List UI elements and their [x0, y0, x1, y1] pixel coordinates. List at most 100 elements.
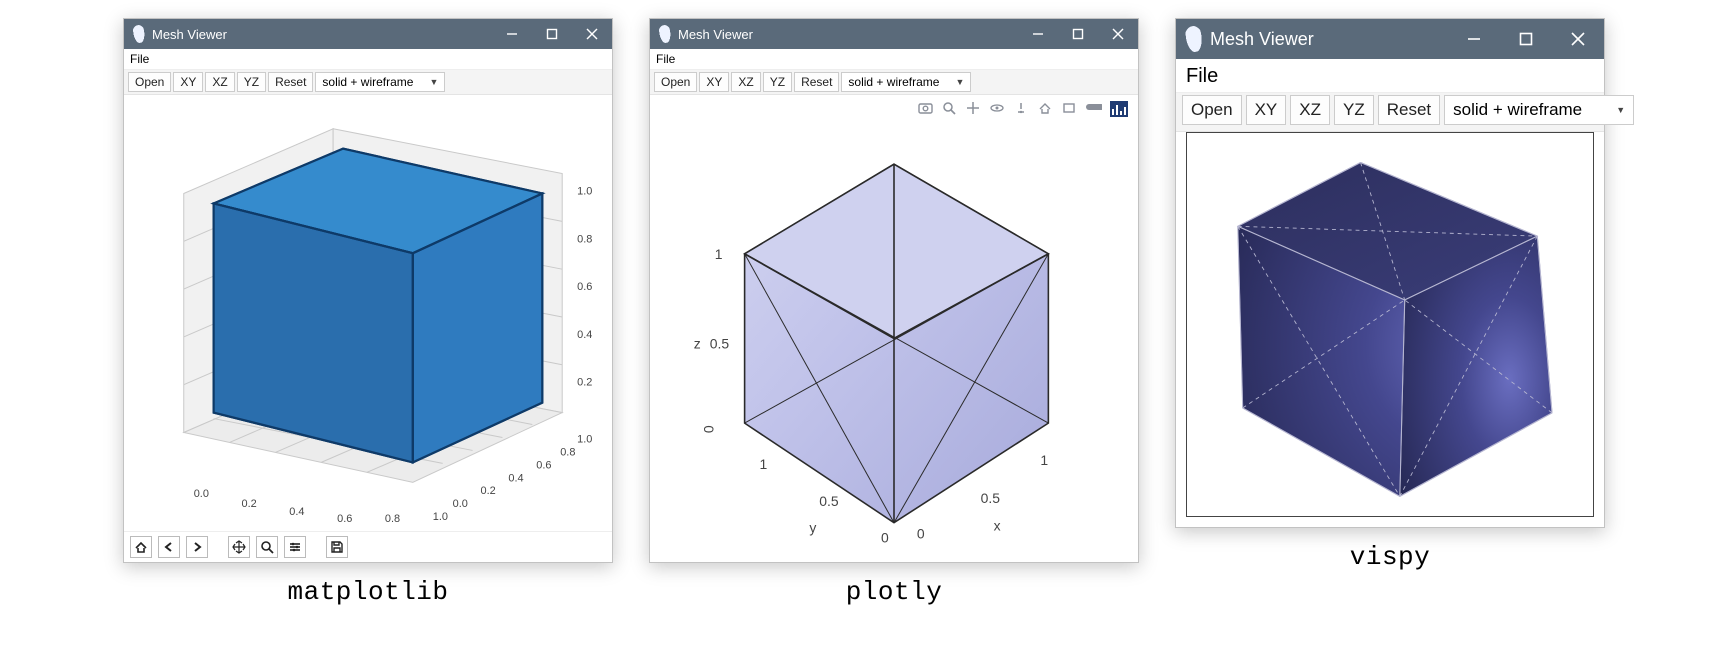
render-mode-label: solid + wireframe	[1453, 100, 1582, 120]
maximize-icon[interactable]	[1500, 19, 1552, 59]
menu-file[interactable]: File	[130, 52, 149, 66]
menubar: File	[650, 49, 1138, 70]
svg-text:z: z	[694, 335, 701, 351]
pan-icon[interactable]	[966, 101, 982, 117]
minimize-icon[interactable]	[1448, 19, 1500, 59]
maximize-icon[interactable]	[1058, 19, 1098, 49]
home-icon[interactable]	[130, 536, 152, 558]
forward-icon[interactable]	[186, 536, 208, 558]
minimize-icon[interactable]	[1018, 19, 1058, 49]
open-button[interactable]: Open	[1182, 95, 1242, 125]
xy-button[interactable]: XY	[1246, 95, 1287, 125]
svg-text:0.4: 0.4	[289, 506, 304, 518]
toolbar: Open XY XZ YZ Reset solid + wireframe	[124, 70, 612, 95]
xy-button[interactable]: XY	[173, 72, 203, 92]
xz-button[interactable]: XZ	[205, 72, 234, 92]
render-mode-select[interactable]: solid + wireframe	[315, 72, 445, 92]
xz-button[interactable]: XZ	[1290, 95, 1330, 125]
svg-text:1.0: 1.0	[577, 185, 592, 197]
plot-canvas[interactable]: 1 0.5 0 z 1 0.5 0 y 0 0.5 1 x	[650, 95, 1138, 562]
xz-button[interactable]: XZ	[731, 72, 760, 92]
last-icon[interactable]	[1062, 101, 1078, 117]
svg-text:0.2: 0.2	[577, 377, 592, 389]
svg-text:1: 1	[715, 246, 723, 262]
svg-text:0.4: 0.4	[577, 329, 592, 341]
plot-canvas[interactable]: 0.00.20.40.60.81.0 0.00.20.40.60.81.0 0.…	[124, 95, 612, 531]
svg-text:0: 0	[701, 425, 717, 433]
render-mode-select[interactable]: solid + wireframe	[841, 72, 971, 92]
orbit-icon[interactable]	[990, 101, 1006, 117]
yz-button[interactable]: YZ	[1334, 95, 1374, 125]
mesh-viewer-window-vispy: Mesh Viewer File Open XY XZ YZ Reset sol…	[1175, 18, 1605, 528]
turntable-icon[interactable]	[1014, 101, 1030, 117]
render-mode-label: solid + wireframe	[322, 75, 413, 89]
zoom-icon[interactable]	[942, 101, 958, 117]
render-mode-label: solid + wireframe	[848, 75, 939, 89]
close-icon[interactable]	[1552, 19, 1604, 59]
caption-plotly: plotly	[846, 577, 943, 607]
titlebar[interactable]: Mesh Viewer	[650, 19, 1138, 49]
caption-matplotlib: matplotlib	[287, 577, 448, 607]
svg-text:0.2: 0.2	[481, 485, 496, 497]
menu-file[interactable]: File	[656, 52, 675, 66]
maximize-icon[interactable]	[532, 19, 572, 49]
svg-text:0.8: 0.8	[560, 446, 575, 458]
feather-icon	[657, 24, 673, 44]
svg-text:0.8: 0.8	[385, 513, 400, 525]
plot-canvas[interactable]	[1186, 132, 1594, 517]
svg-text:y: y	[809, 520, 816, 536]
svg-text:0.5: 0.5	[819, 493, 839, 509]
camera-icon[interactable]	[918, 101, 934, 117]
open-button[interactable]: Open	[128, 72, 171, 92]
svg-text:0.6: 0.6	[577, 281, 592, 293]
open-button[interactable]: Open	[654, 72, 697, 92]
titlebar[interactable]: Mesh Viewer	[124, 19, 612, 49]
render-mode-select[interactable]: solid + wireframe	[1444, 95, 1634, 125]
svg-text:1.0: 1.0	[577, 433, 592, 445]
toolbar: Open XY XZ YZ Reset solid + wireframe	[1176, 93, 1604, 132]
svg-text:1.0: 1.0	[433, 511, 448, 523]
reset-button[interactable]: Reset	[268, 72, 313, 92]
close-icon[interactable]	[1098, 19, 1138, 49]
window-title: Mesh Viewer	[678, 27, 753, 42]
svg-text:0.6: 0.6	[337, 513, 352, 525]
yz-button[interactable]: YZ	[763, 72, 792, 92]
titlebar[interactable]: Mesh Viewer	[1176, 19, 1604, 59]
reset-button[interactable]: Reset	[794, 72, 839, 92]
svg-text:1: 1	[760, 456, 768, 472]
menubar: File	[124, 49, 612, 70]
caption-vispy: vispy	[1350, 542, 1431, 572]
home-icon[interactable]	[1038, 101, 1054, 117]
yz-button[interactable]: YZ	[237, 72, 266, 92]
svg-text:0.6: 0.6	[536, 459, 551, 471]
svg-text:0.0: 0.0	[194, 488, 209, 500]
plotly-modebar	[918, 101, 1128, 117]
mesh-viewer-window-plotly: Mesh Viewer File Open XY XZ YZ Reset sol…	[649, 18, 1139, 563]
svg-text:0.8: 0.8	[577, 233, 592, 245]
svg-text:0: 0	[881, 530, 889, 546]
xy-button[interactable]: XY	[699, 72, 729, 92]
feather-icon	[1182, 25, 1205, 54]
svg-text:0: 0	[917, 526, 925, 542]
svg-text:0.5: 0.5	[710, 335, 730, 351]
matplotlib-nav-toolbar	[124, 531, 612, 562]
zoom-icon[interactable]	[256, 536, 278, 558]
minimize-icon[interactable]	[492, 19, 532, 49]
reset-button[interactable]: Reset	[1378, 95, 1440, 125]
mesh-viewer-window-matplotlib: Mesh Viewer File Open	[123, 18, 613, 563]
back-icon[interactable]	[158, 536, 180, 558]
menu-file[interactable]: File	[1186, 65, 1218, 87]
plotly-logo-icon[interactable]	[1110, 101, 1128, 117]
toggle-icon[interactable]	[1086, 101, 1102, 117]
subplots-icon[interactable]	[284, 536, 306, 558]
svg-text:0.4: 0.4	[508, 472, 523, 484]
close-icon[interactable]	[572, 19, 612, 49]
svg-text:0.5: 0.5	[981, 490, 1001, 506]
pan-icon[interactable]	[228, 536, 250, 558]
svg-text:x: x	[994, 518, 1001, 534]
window-title: Mesh Viewer	[152, 27, 227, 42]
svg-text:1: 1	[1040, 452, 1048, 468]
save-icon[interactable]	[326, 536, 348, 558]
window-title: Mesh Viewer	[1210, 29, 1314, 50]
feather-icon	[131, 24, 147, 44]
